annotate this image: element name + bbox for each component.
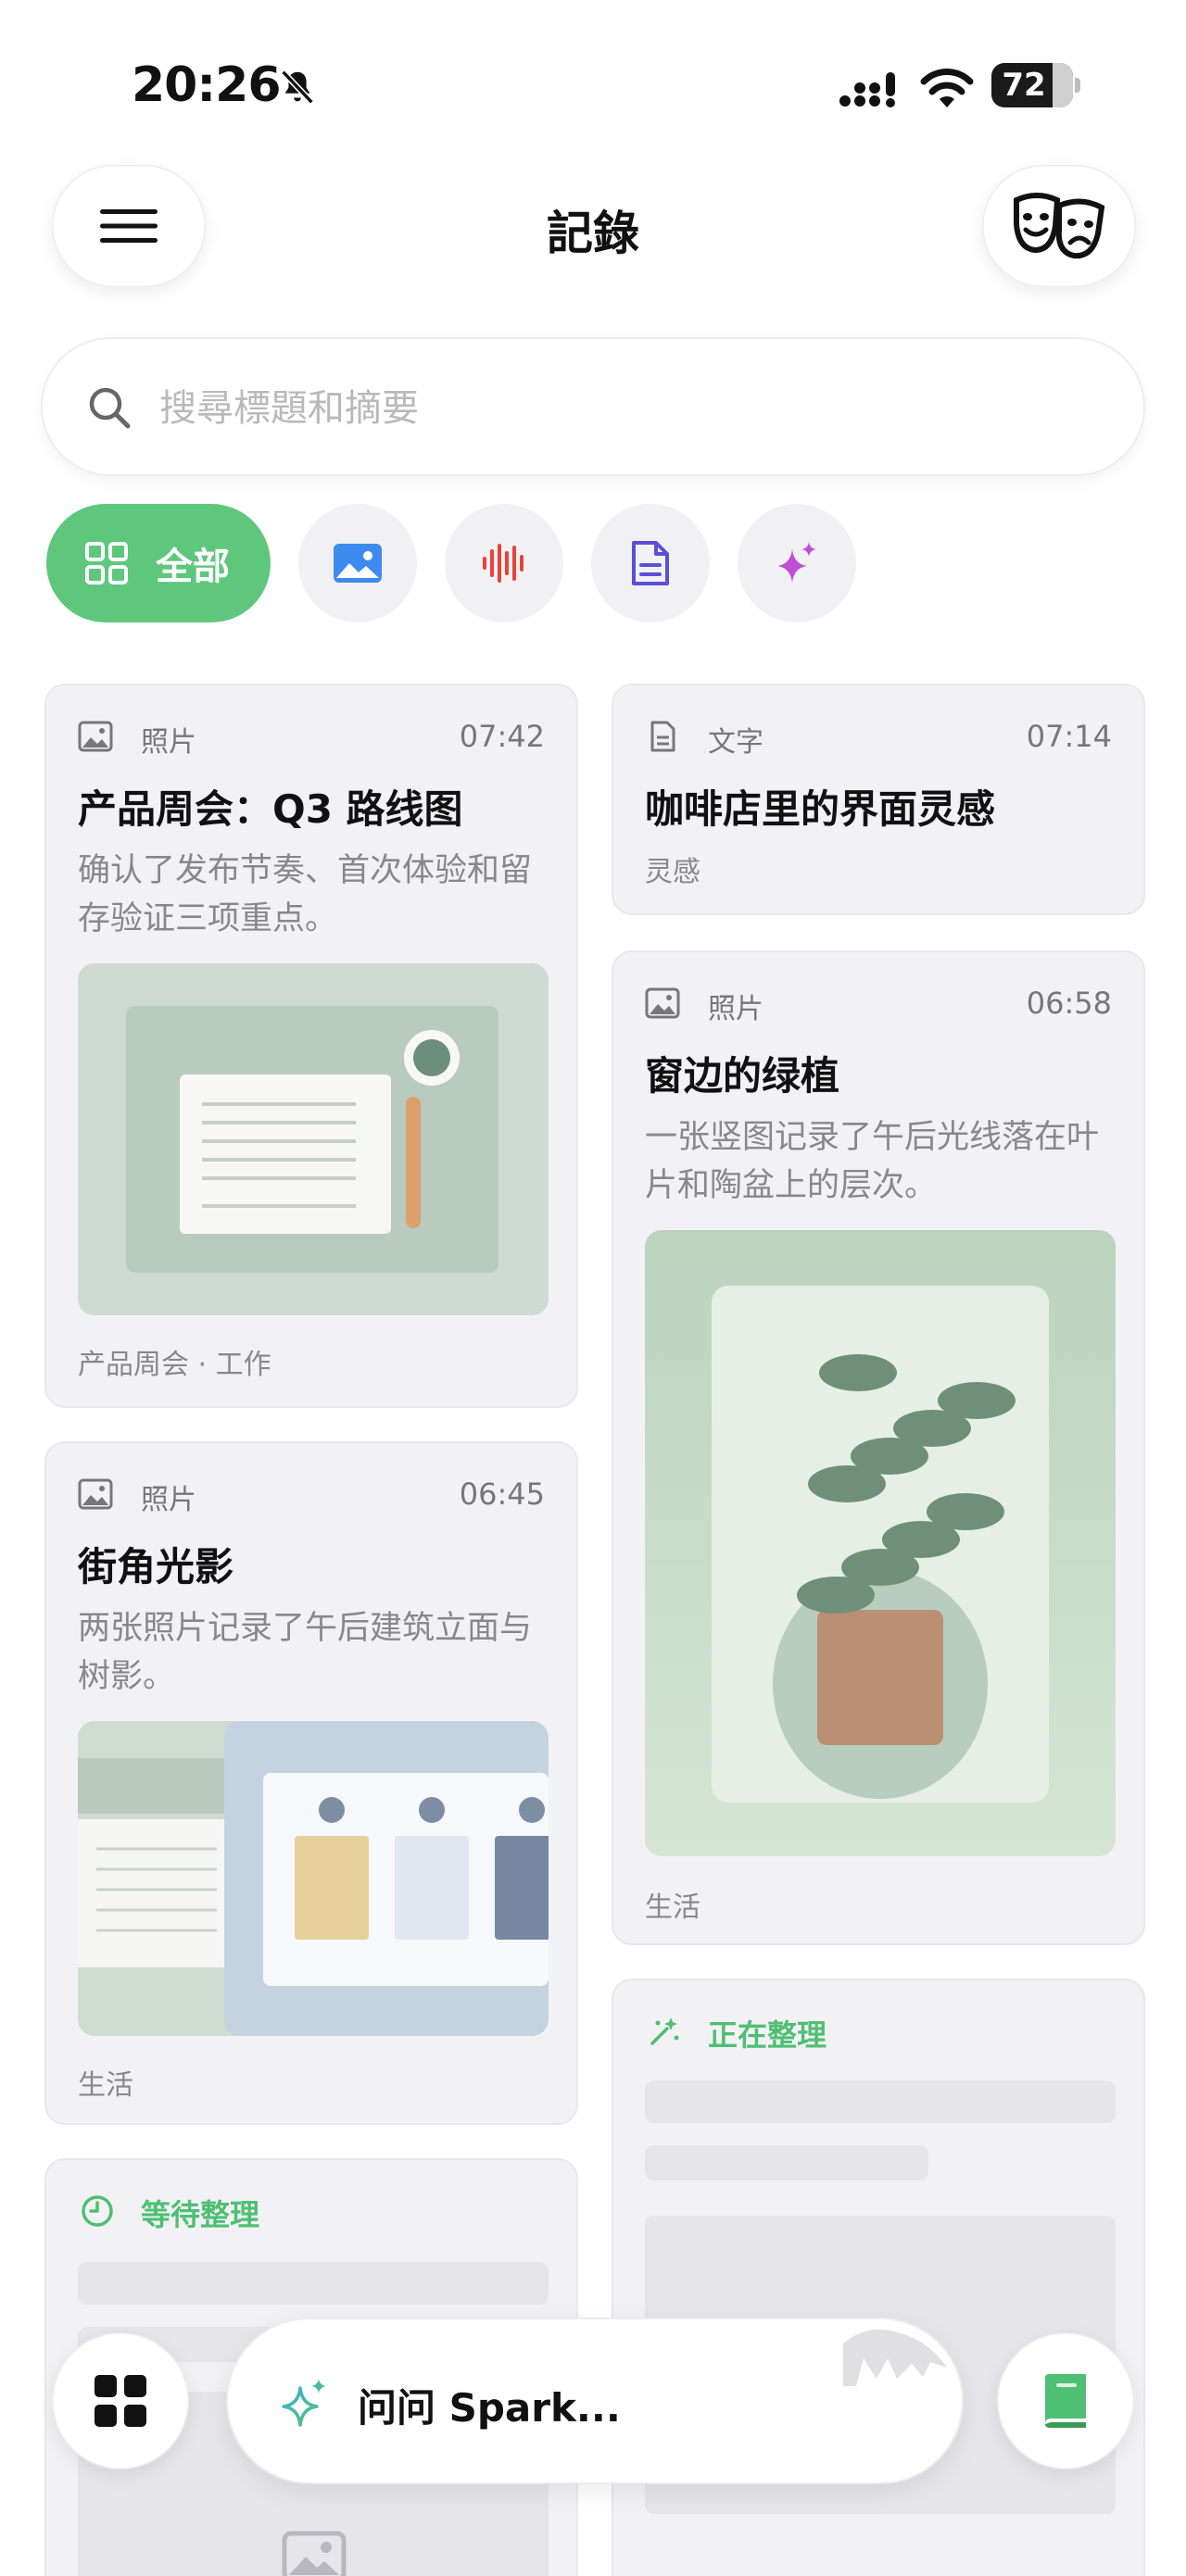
filter-sparkle-button[interactable]	[738, 504, 856, 622]
image-icon	[334, 544, 382, 583]
card-tag: 灵感	[645, 856, 700, 888]
waiting-status-label: 等待整理	[141, 2197, 260, 2232]
card-title: 咖啡店里的界面灵感	[645, 786, 996, 832]
photo-type-icon	[78, 721, 113, 752]
card-title: 产品周会：Q3 路线图	[78, 786, 463, 832]
card-time: 07:14	[1026, 719, 1112, 754]
card-time: 07:42	[459, 719, 545, 754]
card-type-label: 照片	[141, 1484, 196, 1516]
card-title: 窗边的绿植	[645, 1053, 840, 1099]
status-time: 20:26	[132, 57, 282, 113]
record-card-window-plant[interactable]: 照片 06:58 窗边的绿植 一张竖图记录了午后光线落在叶片和陶盆上的层次。 生…	[612, 950, 1145, 1945]
skeleton-line	[645, 2145, 928, 2180]
card-time: 06:45	[459, 1476, 545, 1512]
bell-off-icon	[281, 69, 314, 105]
image-placeholder-icon	[282, 2531, 347, 2576]
plant-photo-thumbnail	[645, 1230, 1116, 1856]
ask-spark-label: 问问 Spark...	[358, 2385, 621, 2431]
search-box[interactable]	[41, 337, 1145, 476]
filter-audio-button[interactable]	[445, 504, 563, 622]
skeleton-line	[645, 2080, 1116, 2123]
grid-icon	[85, 542, 128, 584]
text-type-icon	[650, 721, 675, 752]
record-card-processing[interactable]: 正在整理	[612, 1979, 1145, 2576]
record-card-street-light[interactable]: 照片 06:45 街角光影 两张照片记录了午后建筑立面与树影。 生活	[44, 1441, 578, 2125]
filter-all-label: 全部	[156, 546, 230, 588]
cellular-signal-icon	[839, 72, 895, 107]
card-time: 06:58	[1026, 986, 1112, 1021]
apps-grid-button[interactable]	[52, 2332, 189, 2469]
clock-icon	[82, 2195, 113, 2227]
record-card-q3-roadmap[interactable]: 照片 07:42 产品周会：Q3 路线图 确认了发布节奏、首次体验和留存验证三项…	[44, 684, 578, 1408]
filter-document-button[interactable]	[591, 504, 710, 622]
meeting-photo-thumbnail	[78, 963, 549, 1315]
book-icon	[1045, 2374, 1086, 2428]
processing-status-label: 正在整理	[708, 2017, 827, 2053]
skeleton-line	[78, 2262, 549, 2305]
card-type-label: 照片	[141, 726, 196, 759]
record-card-coffee-ui[interactable]: 文字 07:14 咖啡店里的界面灵感 灵感	[612, 684, 1145, 915]
card-tag: 生活	[78, 2069, 133, 2102]
card-description: 确认了发布节奏、首次体验和留存验证三项重点。	[78, 852, 533, 937]
filter-image-button[interactable]	[298, 504, 417, 622]
grid-icon	[95, 2375, 146, 2427]
document-icon	[632, 541, 669, 585]
card-type-label: 文字	[708, 726, 763, 759]
waveform-icon	[483, 544, 524, 583]
filter-all-button[interactable]: 全部	[46, 504, 271, 622]
photo-type-icon	[78, 1478, 113, 1510]
mascot-icon	[843, 2329, 947, 2386]
card-tag: 生活	[645, 1891, 700, 1924]
sparkle-icon	[282, 2379, 326, 2427]
card-tag: 产品周会 · 工作	[78, 1349, 271, 1381]
street-photos-thumbnail	[78, 1721, 549, 2036]
search-icon	[89, 387, 131, 429]
status-bar: 20:26 72	[0, 0, 1186, 157]
card-type-label: 照片	[708, 993, 763, 1025]
magic-wand-icon	[650, 2017, 679, 2045]
card-description: 一张竖图记录了午后光线落在叶片和陶盆上的层次。	[645, 1119, 1100, 1204]
photo-type-icon	[645, 987, 680, 1019]
battery-level: 72	[1002, 67, 1046, 104]
theater-masks-button[interactable]	[982, 165, 1136, 287]
theater-masks-icon	[1014, 193, 1105, 259]
sparkle-icon	[777, 542, 816, 583]
wifi-icon	[920, 69, 974, 107]
book-button[interactable]	[997, 2332, 1134, 2469]
battery-indicator: 72	[991, 63, 1080, 107]
card-description: 两张照片记录了午后建筑立面与树影。	[78, 1610, 533, 1695]
search-input[interactable]	[159, 376, 1086, 441]
card-title: 街角光影	[78, 1544, 234, 1590]
